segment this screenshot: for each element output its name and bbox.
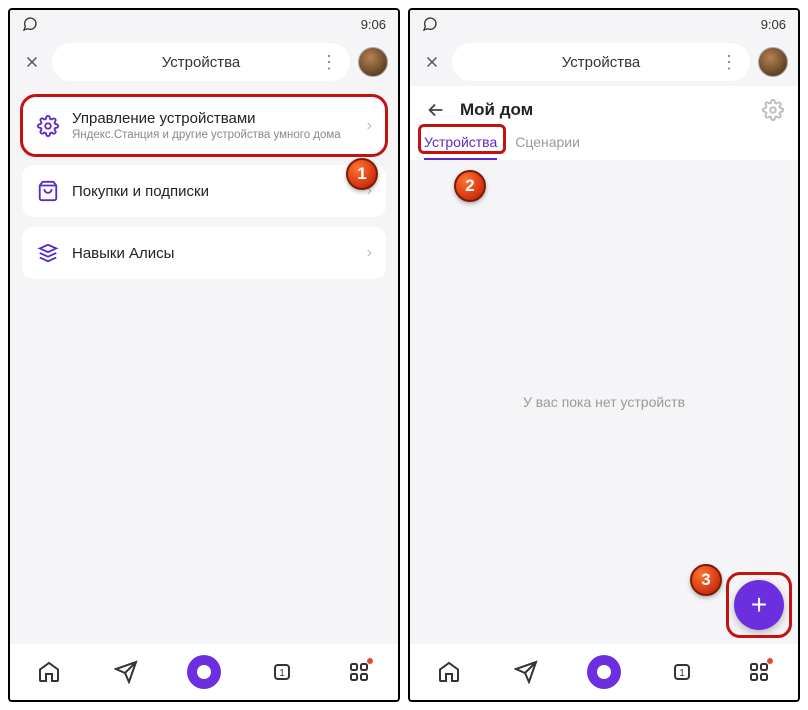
step-marker-2: 2 (454, 170, 486, 202)
header: Устройства ⋮ (410, 38, 798, 86)
avatar[interactable] (358, 47, 388, 77)
fab-container: + (734, 580, 784, 630)
tabs: Устройства Сценарии (424, 134, 784, 160)
status-bar: 9:06 (10, 10, 398, 38)
skills-title: Навыки Алисы (72, 245, 355, 262)
step-marker-1: 1 (346, 158, 378, 190)
header-title-pill[interactable]: Устройства ⋮ (452, 43, 750, 81)
header-title-pill[interactable]: Устройства ⋮ (52, 43, 350, 81)
nav-home[interactable] (431, 654, 467, 690)
yandex-icon (587, 655, 621, 689)
more-icon[interactable]: ⋮ (320, 52, 338, 73)
yandex-icon (187, 655, 221, 689)
nav-apps[interactable] (341, 654, 377, 690)
notification-dot (367, 658, 373, 664)
header-title: Устройства (162, 54, 240, 71)
bottom-nav: 1 (10, 644, 398, 700)
nav-tabs[interactable]: 1 (264, 654, 300, 690)
close-button[interactable] (420, 50, 444, 74)
chevron-right-icon: › (367, 244, 372, 262)
avatar[interactable] (758, 47, 788, 77)
phone-screen-1: 9:06 Устройства ⋮ Управление устройствам… (8, 8, 400, 702)
add-device-fab[interactable]: + (734, 580, 784, 630)
svg-text:1: 1 (279, 668, 285, 679)
more-icon[interactable]: ⋮ (720, 52, 738, 73)
manage-devices-item[interactable]: Управление устройствами Яндекс.Станция и… (22, 96, 386, 155)
header-title: Устройства (562, 54, 640, 71)
close-button[interactable] (20, 50, 44, 74)
nav-tabs[interactable]: 1 (664, 654, 700, 690)
manage-devices-title: Управление устройствами (72, 110, 355, 127)
nav-yandex[interactable] (586, 654, 622, 690)
nav-home[interactable] (31, 654, 67, 690)
purchases-item[interactable]: Покупки и подписки › (22, 165, 386, 217)
home-title: Мой дом (460, 100, 750, 120)
nav-apps[interactable] (741, 654, 777, 690)
phone-screen-2: 9:06 Устройства ⋮ Мой дом Устройства Сце… (408, 8, 800, 702)
notification-dot (767, 658, 773, 664)
settings-button[interactable] (762, 99, 784, 121)
step-marker-3: 3 (690, 564, 722, 596)
skills-item[interactable]: Навыки Алисы › (22, 227, 386, 279)
whatsapp-icon (422, 16, 438, 32)
tab-devices[interactable]: Устройства (424, 134, 497, 160)
nav-send[interactable] (508, 654, 544, 690)
svg-text:1: 1 (679, 668, 685, 679)
manage-devices-subtitle: Яндекс.Станция и другие устройства умног… (72, 129, 355, 141)
gear-icon (36, 114, 60, 138)
chevron-right-icon: › (367, 117, 372, 135)
plus-icon: + (751, 589, 767, 621)
bag-icon (36, 179, 60, 203)
bottom-nav: 1 (410, 644, 798, 700)
back-button[interactable] (424, 98, 448, 122)
header: Устройства ⋮ (10, 38, 398, 86)
tab-scenarios[interactable]: Сценарии (515, 134, 580, 160)
status-bar: 9:06 (410, 10, 798, 38)
subheader: Мой дом Устройства Сценарии (410, 86, 798, 160)
purchases-title: Покупки и подписки (72, 183, 355, 200)
nav-yandex[interactable] (186, 654, 222, 690)
whatsapp-icon (22, 16, 38, 32)
status-time: 9:06 (761, 17, 786, 32)
nav-send[interactable] (108, 654, 144, 690)
content-list: Управление устройствами Яндекс.Станция и… (10, 86, 398, 644)
status-time: 9:06 (361, 17, 386, 32)
skills-icon (36, 241, 60, 265)
empty-state: У вас пока нет устройств (410, 160, 798, 644)
